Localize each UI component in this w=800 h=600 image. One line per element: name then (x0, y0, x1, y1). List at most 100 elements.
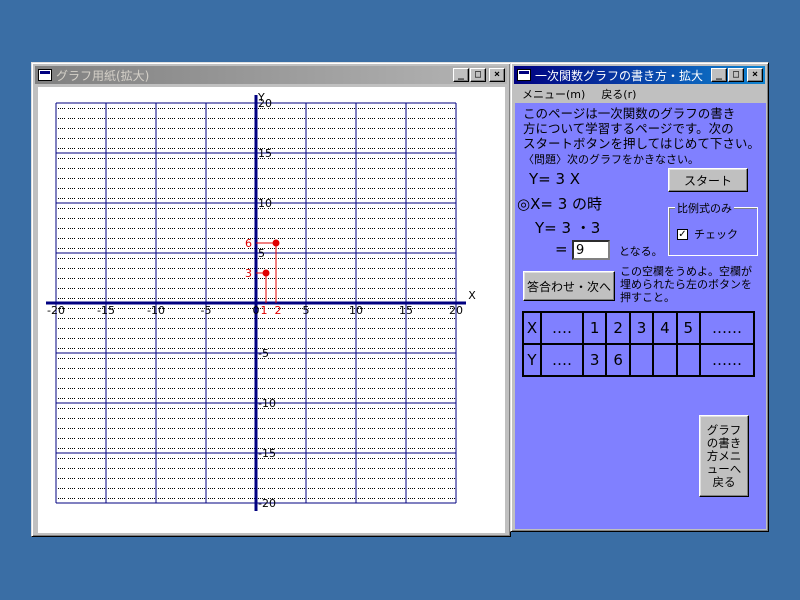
grid-dot (350, 198, 351, 199)
grid-dot (260, 438, 261, 439)
grid-dot (218, 118, 219, 119)
grid-dot (188, 378, 189, 379)
grid-dot (202, 258, 203, 259)
grid-dot (154, 118, 155, 119)
grid-dot (188, 248, 189, 249)
grid-dot (262, 118, 263, 119)
grid-dot (180, 218, 181, 219)
maximize-icon[interactable]: □ (470, 68, 486, 82)
grid-dot (364, 318, 365, 319)
grid-dot (288, 308, 289, 309)
grid-dot (74, 228, 75, 229)
grid-dot (350, 368, 351, 369)
grid-dot (184, 438, 185, 439)
grid-dot (268, 368, 269, 369)
grid-dot (302, 258, 303, 259)
grid-dot (212, 438, 213, 439)
grid-dot (154, 188, 155, 189)
grid-dot (198, 248, 199, 249)
grid-dot (364, 178, 365, 179)
grid-dot (214, 348, 215, 349)
grid-dot (124, 318, 125, 319)
grid-dot (268, 268, 269, 269)
grid-dot (64, 238, 65, 239)
grid-dot (190, 438, 191, 439)
grid-dot (144, 178, 145, 179)
grid-dot (312, 168, 313, 169)
grid-dot (332, 108, 333, 109)
grid-dot (112, 458, 113, 459)
minimize-icon[interactable]: _ (453, 68, 469, 82)
graph-paper[interactable]: -20 -15 -10 -5 0 5 10 15 202015105-5-10-15-20XY … (38, 87, 505, 533)
grid-dot (340, 158, 341, 159)
grid-dot (264, 368, 265, 369)
grid-dot (94, 418, 95, 419)
grid-dot (188, 448, 189, 449)
grid-dot (270, 328, 271, 329)
grid-dot (102, 168, 103, 169)
grid-dot (182, 338, 183, 339)
grid-dot (320, 428, 321, 429)
grid-dot (92, 418, 93, 419)
grid-dot (328, 258, 329, 259)
grid-dot (364, 448, 365, 449)
grid-dot (198, 378, 199, 379)
grid-dot (188, 228, 189, 229)
grid-dot (284, 398, 285, 399)
grid-dot (362, 168, 363, 169)
grid-dot (218, 298, 219, 299)
grid-dot (158, 438, 159, 439)
grid-dot (322, 318, 323, 319)
grid-dot (150, 418, 151, 419)
grid-dot (278, 448, 279, 449)
grid-dot (150, 398, 151, 399)
grid-dot (308, 388, 309, 389)
grid-dot (130, 368, 131, 369)
grid-dot (292, 438, 293, 439)
grid-dot (304, 418, 305, 419)
grid-dot (92, 228, 93, 229)
grid-dot (310, 308, 311, 309)
close-icon[interactable]: × (489, 68, 505, 82)
grid-dot (142, 148, 143, 149)
grid-dot (164, 278, 165, 279)
grid-dot (292, 458, 293, 459)
grid-dot (148, 118, 149, 119)
grid-dot (172, 138, 173, 139)
grid-dot (272, 318, 273, 319)
grid-dot (314, 138, 315, 139)
grid-dot (62, 268, 63, 269)
grid-dot (138, 318, 139, 319)
grid-dot (144, 138, 145, 139)
grid-dot (294, 158, 295, 159)
grid-dot (250, 398, 251, 399)
grid-dot (122, 468, 123, 469)
grid-dot (90, 448, 91, 449)
grid-dot (284, 278, 285, 279)
grid-dot (170, 488, 171, 489)
grid-dot (224, 398, 225, 399)
grid-dot (344, 288, 345, 289)
grid-dot (132, 408, 133, 409)
grid-dot (252, 388, 253, 389)
grid-dot (192, 498, 193, 499)
grid-dot (292, 168, 293, 169)
grid-dot (224, 268, 225, 269)
grid-dot (78, 448, 79, 449)
grid-dot (348, 138, 349, 139)
graph-window-titlebar[interactable]: グラフ用紙(拡大) _ □ × (35, 66, 507, 84)
grid-dot (130, 148, 131, 149)
grid-dot (174, 228, 175, 229)
grid-dot (92, 478, 93, 479)
grid-dot (162, 298, 163, 299)
grid-dot (200, 278, 201, 279)
grid-dot (362, 288, 363, 289)
grid-dot (138, 108, 139, 109)
grid-dot (354, 168, 355, 169)
grid-dot (98, 438, 99, 439)
grid-dot (292, 308, 293, 309)
grid-dot (112, 348, 113, 349)
grid-dot (74, 248, 75, 249)
grid-dot (322, 448, 323, 449)
grid-dot (294, 398, 295, 399)
